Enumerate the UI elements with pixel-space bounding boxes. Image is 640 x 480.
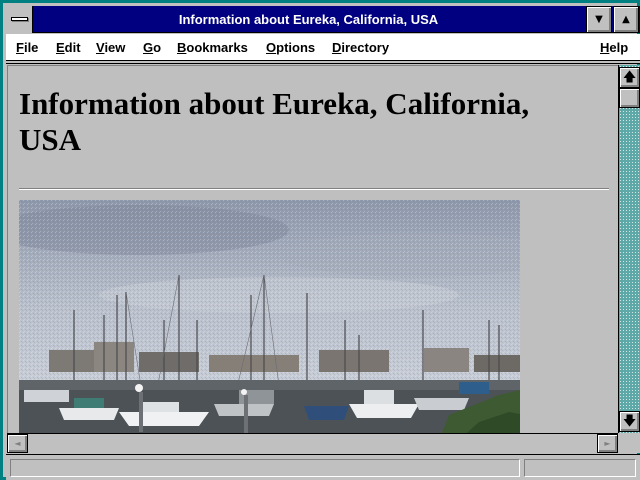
page-content: Information about Eureka, California, US… [7, 65, 618, 433]
scroll-down-button[interactable]: 🡇 [619, 411, 640, 432]
toolbar-separator [6, 61, 640, 64]
menu-bookmarks[interactable]: Bookmarks [177, 40, 248, 55]
scroll-thumb[interactable] [619, 88, 640, 108]
harbor-photo [19, 200, 520, 433]
progress-indicator [524, 459, 636, 477]
menu-edit[interactable]: Edit [56, 40, 81, 55]
window-title: Information about Eureka, California, US… [178, 12, 439, 27]
menu-go[interactable]: Go [143, 40, 161, 55]
scroll-up-button[interactable]: 🡅 [619, 67, 640, 88]
browser-window: Information about Eureka, California, US… [0, 0, 640, 480]
system-menu-button[interactable] [6, 6, 33, 33]
menu-help[interactable]: Help [600, 40, 628, 55]
menu-directory[interactable]: Directory [332, 40, 389, 55]
horizontal-scroll-track[interactable] [28, 434, 597, 453]
menu-view[interactable]: View [96, 40, 125, 55]
menu-file[interactable]: File [16, 40, 38, 55]
menu-bar: File Edit View Go Bookmarks Options Dire… [6, 34, 640, 61]
status-bar [6, 454, 640, 480]
vertical-scrollbar[interactable]: 🡅 🡇 [618, 65, 640, 433]
scroll-right-button[interactable]: ► [597, 434, 618, 453]
page-heading: Information about Eureka, California, US… [19, 86, 530, 157]
system-menu-icon [11, 17, 28, 21]
scrollbar-corner [618, 433, 640, 453]
scroll-left-button[interactable]: ◄ [7, 434, 28, 453]
horizontal-rule [19, 188, 609, 190]
status-message [10, 459, 520, 477]
menu-options[interactable]: Options [266, 40, 315, 55]
horizontal-scrollbar[interactable]: ◄ ► [7, 433, 618, 453]
maximize-button[interactable]: ▲ [613, 6, 639, 33]
minimize-button[interactable]: ▼ [586, 6, 612, 33]
